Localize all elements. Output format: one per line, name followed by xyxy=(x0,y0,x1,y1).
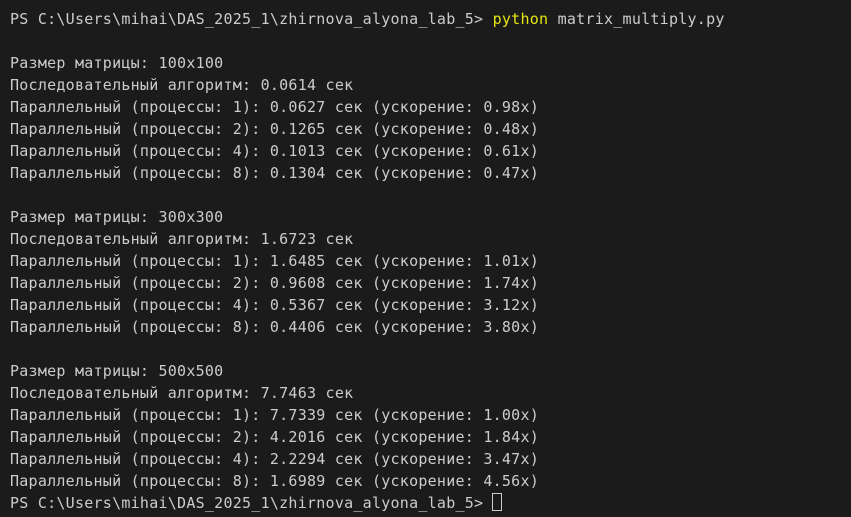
terminal-output-line: Параллельный (процессы: 4): 2.2294 сек (… xyxy=(10,448,851,470)
terminal-output-line: Параллельный (процессы: 2): 0.9608 сек (… xyxy=(10,272,851,294)
result-block: Размер матрицы: 300x300Последовательный … xyxy=(10,206,851,338)
result-block: Размер матрицы: 500x500Последовательный … xyxy=(10,360,851,492)
terminal-output-line: Параллельный (процессы: 1): 7.7339 сек (… xyxy=(10,404,851,426)
terminal-output-line: Параллельный (процессы: 2): 4.2016 сек (… xyxy=(10,426,851,448)
final-prompt-line[interactable]: PS C:\Users\mihai\DAS_2025_1\zhirnova_al… xyxy=(10,492,851,514)
terminal-cursor xyxy=(492,493,502,511)
terminal-output-line: Параллельный (процессы: 8): 1.6989 сек (… xyxy=(10,470,851,492)
blank-line xyxy=(10,30,851,52)
terminal-output-line: Параллельный (процессы: 4): 0.5367 сек (… xyxy=(10,294,851,316)
terminal-output-line: Параллельный (процессы: 2): 0.1265 сек (… xyxy=(10,118,851,140)
terminal-output-line: Параллельный (процессы: 1): 1.6485 сек (… xyxy=(10,250,851,272)
output-blocks: Размер матрицы: 100x100Последовательный … xyxy=(10,52,851,492)
prompt-text: PS C:\Users\mihai\DAS_2025_1\zhirnova_al… xyxy=(10,10,483,28)
terminal-output-line: Параллельный (процессы: 4): 0.1013 сек (… xyxy=(10,140,851,162)
prompt-text: PS C:\Users\mihai\DAS_2025_1\zhirnova_al… xyxy=(10,494,483,512)
terminal-output-line: Последовательный алгоритм: 7.7463 сек xyxy=(10,382,851,404)
result-block: Размер матрицы: 100x100Последовательный … xyxy=(10,52,851,184)
terminal-output-line: Параллельный (процессы: 1): 0.0627 сек (… xyxy=(10,96,851,118)
command-argument: matrix_multiply.py xyxy=(558,10,725,28)
terminal-output-line: Последовательный алгоритм: 0.0614 сек xyxy=(10,74,851,96)
space xyxy=(548,10,557,28)
powershell-terminal[interactable]: PS C:\Users\mihai\DAS_2025_1\zhirnova_al… xyxy=(0,0,851,517)
command-line: PS C:\Users\mihai\DAS_2025_1\zhirnova_al… xyxy=(10,8,851,30)
terminal-output-line: Параллельный (процессы: 8): 0.1304 сек (… xyxy=(10,162,851,184)
terminal-output-line: Размер матрицы: 500x500 xyxy=(10,360,851,382)
space xyxy=(483,10,492,28)
terminal-output-line: Размер матрицы: 100x100 xyxy=(10,52,851,74)
terminal-output-line: Размер матрицы: 300x300 xyxy=(10,206,851,228)
terminal-output-line: Параллельный (процессы: 8): 0.4406 сек (… xyxy=(10,316,851,338)
command-text: python xyxy=(493,10,549,28)
terminal-output-line: Последовательный алгоритм: 1.6723 сек xyxy=(10,228,851,250)
